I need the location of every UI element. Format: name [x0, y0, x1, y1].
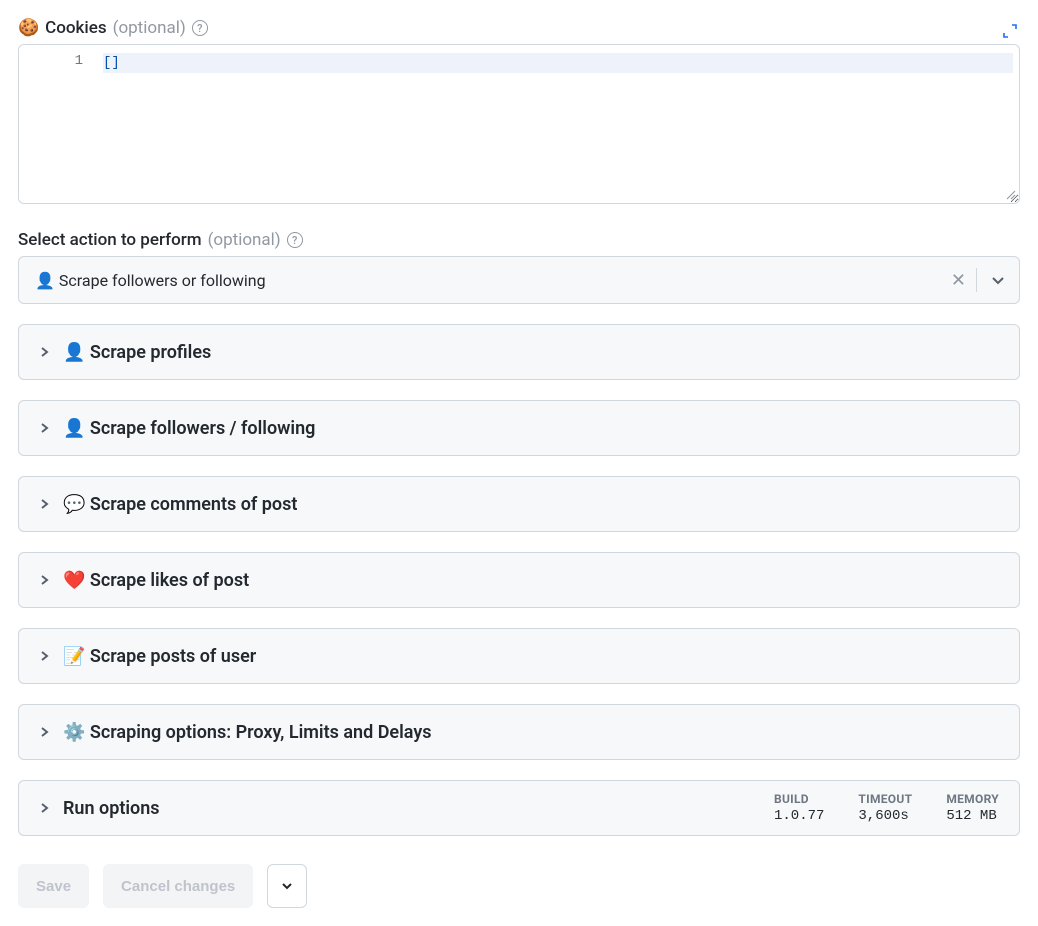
- section-scrape-posts[interactable]: 📝 Scrape posts of user: [18, 628, 1020, 684]
- section-label: 👤 Scrape profiles: [63, 342, 211, 363]
- code-text: []: [103, 55, 120, 71]
- section-label: 💬 Scrape comments of post: [63, 494, 297, 515]
- section-label: ⚙️ Scraping options: Proxy, Limits and D…: [63, 722, 432, 743]
- meta-value: 1.0.77: [774, 808, 824, 824]
- section-scraping-options[interactable]: ⚙️ Scraping options: Proxy, Limits and D…: [18, 704, 1020, 760]
- meta-label: TIMEOUT: [858, 792, 912, 806]
- run-meta: BUILD 1.0.77 TIMEOUT 3,600s MEMORY 512 M…: [774, 792, 999, 824]
- chevron-down-icon: [279, 878, 295, 894]
- chevron-right-icon: [37, 801, 51, 815]
- save-button[interactable]: Save: [18, 864, 89, 908]
- action-select-value: 👤 Scrape followers or following: [35, 271, 941, 290]
- meta-build: BUILD 1.0.77: [774, 792, 824, 824]
- meta-label: BUILD: [774, 792, 824, 806]
- run-options-label: Run options: [63, 798, 160, 819]
- clear-icon[interactable]: ✕: [941, 270, 976, 291]
- meta-timeout: TIMEOUT 3,600s: [858, 792, 912, 824]
- section-label: 📝 Scrape posts of user: [63, 646, 256, 667]
- meta-value: 3,600s: [858, 808, 912, 824]
- cookies-editor[interactable]: 1 []: [18, 44, 1020, 204]
- chevron-down-icon[interactable]: [977, 271, 1007, 289]
- section-scrape-profiles[interactable]: 👤 Scrape profiles: [18, 324, 1020, 380]
- cookies-optional: (optional): [113, 18, 186, 38]
- section-scrape-followers[interactable]: 👤 Scrape followers / following: [18, 400, 1020, 456]
- section-scrape-likes[interactable]: ❤️ Scrape likes of post: [18, 552, 1020, 608]
- help-icon[interactable]: ?: [192, 20, 208, 36]
- cookies-label: 🍪 Cookies (optional) ?: [18, 18, 208, 38]
- chevron-right-icon: [37, 725, 51, 739]
- section-label: ❤️ Scrape likes of post: [63, 570, 249, 591]
- chevron-right-icon: [37, 497, 51, 511]
- code-content[interactable]: []: [97, 45, 1019, 203]
- cancel-button[interactable]: Cancel changes: [103, 864, 253, 908]
- resize-handle[interactable]: [1005, 189, 1017, 201]
- meta-label: MEMORY: [946, 792, 999, 806]
- more-actions-button[interactable]: [267, 864, 307, 908]
- section-run-options[interactable]: Run options BUILD 1.0.77 TIMEOUT 3,600s …: [18, 780, 1020, 836]
- expand-icon[interactable]: [1000, 21, 1020, 41]
- cookies-text: Cookies: [45, 18, 106, 38]
- meta-value: 512 MB: [946, 808, 999, 824]
- chevron-right-icon: [37, 573, 51, 587]
- action-label-text: Select action to perform: [18, 230, 202, 250]
- action-optional: (optional): [208, 230, 281, 250]
- chevron-right-icon: [37, 649, 51, 663]
- cookies-emoji: 🍪: [18, 18, 39, 38]
- action-select[interactable]: 👤 Scrape followers or following ✕: [18, 256, 1020, 304]
- section-scrape-comments[interactable]: 💬 Scrape comments of post: [18, 476, 1020, 532]
- section-label: 👤 Scrape followers / following: [63, 418, 315, 439]
- chevron-right-icon: [37, 421, 51, 435]
- code-gutter: 1: [19, 45, 97, 203]
- action-label: Select action to perform (optional) ?: [18, 230, 1020, 250]
- chevron-right-icon: [37, 345, 51, 359]
- line-number: 1: [19, 53, 83, 69]
- meta-memory: MEMORY 512 MB: [946, 792, 999, 824]
- help-icon[interactable]: ?: [287, 232, 303, 248]
